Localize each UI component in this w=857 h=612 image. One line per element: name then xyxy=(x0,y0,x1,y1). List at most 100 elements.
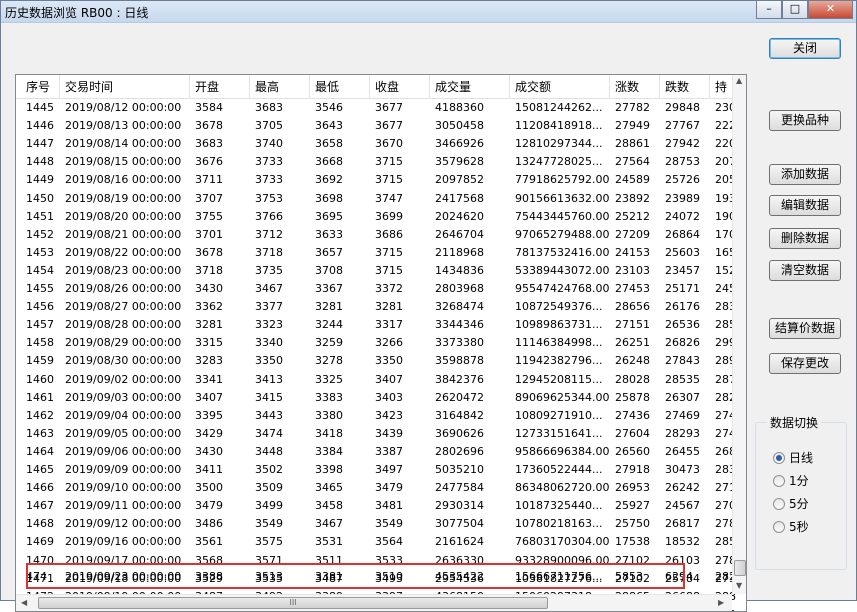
table-cell: 3164842 xyxy=(435,408,484,422)
table-cell: 3657 xyxy=(315,245,343,259)
table-cell: 3735 xyxy=(255,263,283,277)
table-row[interactable]: 1469 2019/09/16 00:00:00 3561 3575 3531 3564 2… xyxy=(16,533,736,551)
table-cell: 26248 xyxy=(615,354,650,368)
table-cell: 27782 xyxy=(615,101,650,114)
table-cell: 3718 xyxy=(195,263,223,277)
radio-5min[interactable]: 5分 xyxy=(773,496,809,512)
column-header[interactable]: 最高 xyxy=(250,75,310,99)
table-cell: 28028 xyxy=(615,372,650,386)
table-row[interactable]: 1454 2019/08/23 00:00:00 3718 3735 3708 3715 1… xyxy=(16,262,736,280)
table-cell: 12945208115... xyxy=(515,372,603,386)
table-cell: 3362 xyxy=(195,300,223,314)
table-cell: 5035210 xyxy=(435,463,484,476)
table-cell: 17360522444... xyxy=(515,463,603,476)
table-row[interactable]: 1459 2019/08/30 00:00:00 3283 3350 3278 3350 3… xyxy=(16,352,736,370)
table-row[interactable]: 1452 2019/08/21 00:00:00 3701 3712 3633 3686 2… xyxy=(16,226,736,244)
column-header[interactable]: 开盘 xyxy=(190,75,250,99)
table-cell: 28753 xyxy=(665,155,700,169)
table-row[interactable]: 1468 2019/09/12 00:00:00 3486 3549 3467 3549 3… xyxy=(16,515,736,533)
radio-1min[interactable]: 1分 xyxy=(773,473,809,489)
table-row[interactable]: 1456 2019/08/27 00:00:00 3362 3377 3281 3281 3… xyxy=(16,298,736,316)
table-row[interactable]: 1455 2019/08/26 00:00:00 3430 3467 3367 3372 2… xyxy=(16,280,736,298)
close-button[interactable]: 关闭 xyxy=(769,38,841,59)
table-cell: 26242 xyxy=(665,481,700,495)
horizontal-scroll-thumb[interactable]: III xyxy=(38,597,548,609)
table-cell: 3683 xyxy=(255,101,283,114)
table-row[interactable]: 1467 2019/09/11 00:00:00 3479 3499 3458 3481 2… xyxy=(16,497,736,515)
table-row[interactable]: 1466 2019/09/10 00:00:00 3500 3509 3465 3479 2… xyxy=(16,479,736,497)
table-row[interactable]: 1463 2019/09/05 00:00:00 3429 3474 3418 3439 3… xyxy=(16,425,736,443)
scroll-up-icon[interactable]: ▲ xyxy=(736,76,742,85)
table-cell: 2019/08/23 00:00:00 xyxy=(65,263,182,277)
table-row[interactable]: 1446 2019/08/13 00:00:00 3678 3705 3643 3677 3… xyxy=(16,117,736,135)
table-cell: 1451 xyxy=(26,209,54,223)
table-cell: 3373380 xyxy=(435,336,484,350)
table-row[interactable]: 1445 2019/08/12 00:00:00 3584 3683 3546 3677 4… xyxy=(16,99,736,117)
data-switch-label: 数据切换 xyxy=(767,414,822,431)
table-row[interactable]: 1460 2019/09/02 00:00:00 3341 3413 3325 3407 3… xyxy=(16,371,736,389)
edit-data-button[interactable]: 编辑数据 xyxy=(769,195,841,216)
column-header[interactable]: 跌数 xyxy=(660,75,710,99)
column-header[interactable]: 成交额 xyxy=(510,75,610,99)
column-header[interactable]: 交易时间 xyxy=(60,75,190,99)
column-header[interactable]: 收盘 xyxy=(370,75,430,99)
table-cell: 3658 xyxy=(315,137,343,151)
radio-5sec[interactable]: 5秒 xyxy=(773,519,809,535)
table-cell: 3677 xyxy=(375,119,403,133)
table-row[interactable]: 1451 2019/08/20 00:00:00 3755 3766 3695 3699 2… xyxy=(16,208,736,226)
table-cell: 1467 xyxy=(26,499,54,513)
column-header[interactable]: 最低 xyxy=(310,75,370,99)
scroll-right-icon[interactable]: ▶ xyxy=(718,598,724,607)
table-row[interactable]: 1464 2019/09/06 00:00:00 3430 3448 3384 3387 2… xyxy=(16,443,736,461)
vertical-scrollbar[interactable]: ▲ ▼ xyxy=(732,75,746,594)
table-row[interactable]: 1465 2019/09/09 00:00:00 3411 3502 3398 3497 5… xyxy=(16,461,736,479)
maximize-button[interactable]: □ xyxy=(782,1,808,19)
table-cell: 3077504 xyxy=(435,517,484,531)
column-header[interactable]: 序号 xyxy=(21,75,60,99)
table-row[interactable]: 1450 2019/08/19 00:00:00 3707 3753 3698 3747 2… xyxy=(16,190,736,208)
radio-daily[interactable]: 日线 xyxy=(773,450,813,466)
table-cell: 3690626 xyxy=(435,426,484,440)
column-header[interactable]: 成交量 xyxy=(430,75,510,99)
clear-data-button[interactable]: 清空数据 xyxy=(769,260,841,281)
table-row[interactable]: 1449 2019/08/16 00:00:00 3711 3733 3692 3715 2… xyxy=(16,171,736,189)
add-data-button[interactable]: 添加数据 xyxy=(769,164,841,185)
minimize-button[interactable]: – xyxy=(756,1,782,19)
table-cell: 3549 xyxy=(255,517,283,531)
table-row[interactable]: 1453 2019/08/22 00:00:00 3678 3718 3657 3715 2… xyxy=(16,244,736,262)
title-bar: 历史数据浏览 RB00 : 日线 – □ ✕ xyxy=(1,1,856,23)
table-row[interactable]: 1447 2019/08/14 00:00:00 3683 3740 3658 3670 3… xyxy=(16,135,736,153)
horizontal-scrollbar[interactable]: ◀ III ▶ xyxy=(16,594,732,611)
table-cell: 2019/09/12 00:00:00 xyxy=(65,517,182,531)
scroll-left-icon[interactable]: ◀ xyxy=(21,598,27,607)
settlement-data-button[interactable]: 结算价数据 xyxy=(769,318,841,339)
table-cell: 3733 xyxy=(255,173,283,187)
table-cell: 3747 xyxy=(375,191,403,205)
table-cell: 25603 xyxy=(665,245,700,259)
radio-unselected-icon xyxy=(773,498,785,510)
column-header[interactable]: 涨数 xyxy=(610,75,660,99)
table-cell: 3633 xyxy=(315,227,343,241)
close-window-button[interactable]: ✕ xyxy=(808,1,853,19)
table-cell: 28293 xyxy=(665,426,700,440)
table-cell: 3579628 xyxy=(435,155,484,169)
change-product-button[interactable]: 更换品种 xyxy=(769,110,841,131)
table-row[interactable]: 1448 2019/08/15 00:00:00 3676 3733 3668 3715 3… xyxy=(16,153,736,171)
table-cell: 3670 xyxy=(375,137,403,151)
data-grid[interactable]: 序号 交易时间 开盘 最高 最低 收盘 成交量 成交额 涨数 跌数持 1445 2019/08/12… xyxy=(15,74,747,612)
table-cell: 1465 xyxy=(26,463,54,476)
delete-data-button[interactable]: 删除数据 xyxy=(769,228,841,249)
save-changes-button[interactable]: 保存更改 xyxy=(769,353,841,374)
table-cell: 25726 xyxy=(665,173,700,187)
table-row[interactable]: 1457 2019/08/28 00:00:00 3281 3323 3244 3317 3… xyxy=(16,316,736,334)
table-cell: 27918 xyxy=(615,463,650,476)
table-cell: 3383 xyxy=(315,390,343,404)
scroll-down-icon[interactable]: ▼ xyxy=(736,581,742,590)
table-cell: 10780218163... xyxy=(515,517,603,531)
vertical-scroll-thumb[interactable] xyxy=(734,560,746,576)
table-cell: 1434836 xyxy=(435,263,484,277)
table-cell: 25171 xyxy=(665,282,700,295)
table-row[interactable]: 1458 2019/08/29 00:00:00 3315 3340 3259 3266 3… xyxy=(16,334,736,352)
table-row[interactable]: 1461 2019/09/03 00:00:00 3407 3415 3383 3403 2… xyxy=(16,389,736,407)
table-row[interactable]: 1462 2019/09/04 00:00:00 3395 3443 3380 3423 3… xyxy=(16,407,736,425)
